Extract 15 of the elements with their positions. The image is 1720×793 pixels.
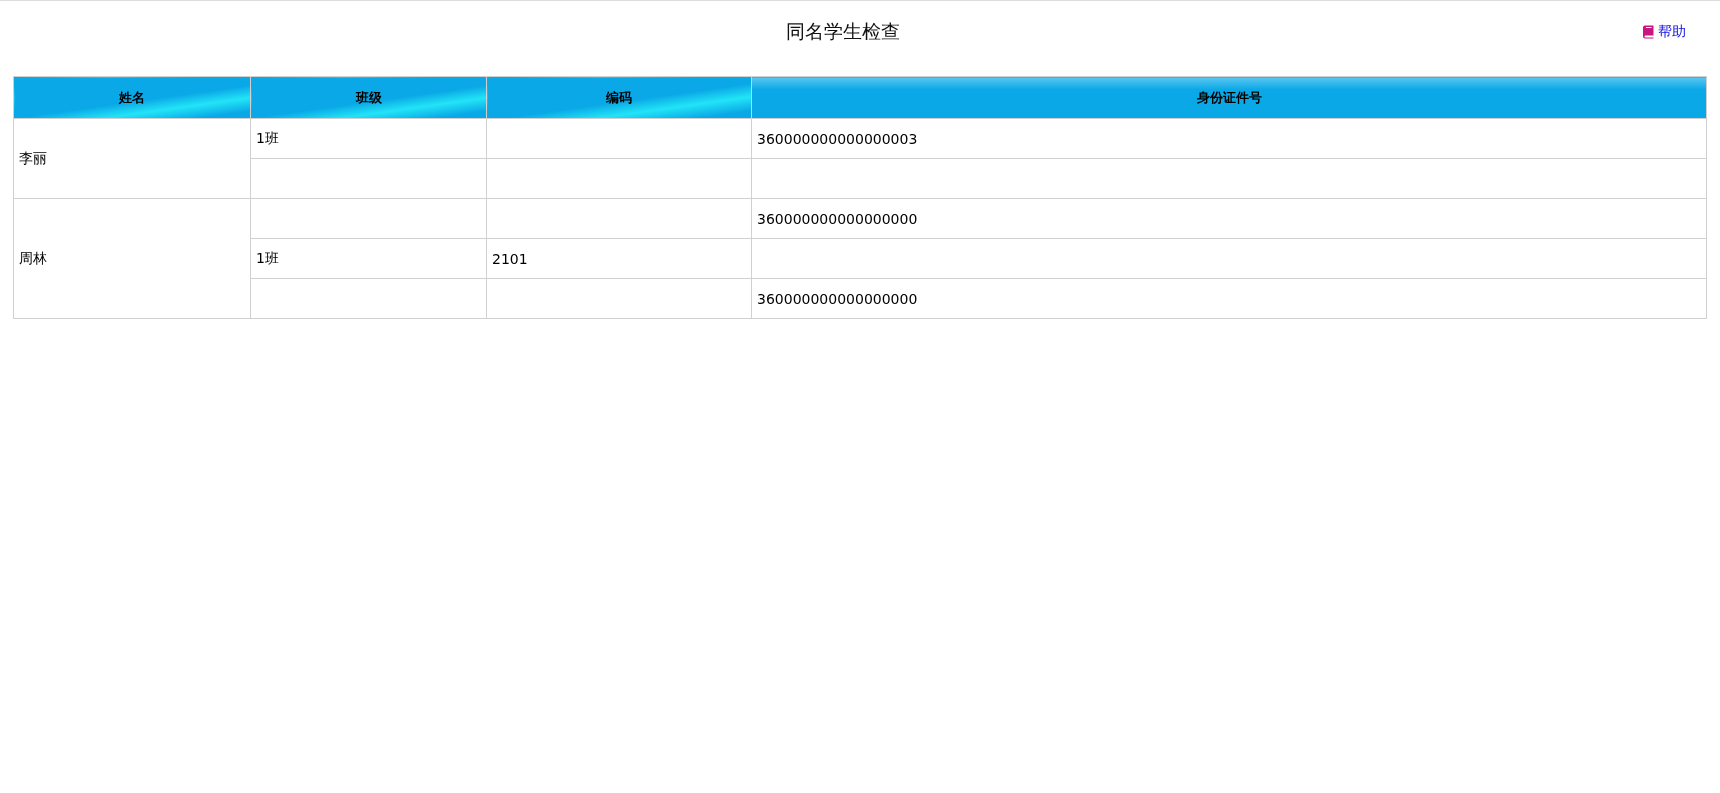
help-link[interactable]: 帮助 <box>1642 23 1686 41</box>
column-header: 编码 <box>486 76 752 119</box>
book-icon <box>1642 25 1654 39</box>
table-cell: 360000000000000003 <box>751 118 1707 159</box>
table-cell: 周林 <box>13 198 251 319</box>
table-cell: 1班 <box>250 118 487 159</box>
table-cell: 李丽 <box>13 118 251 199</box>
table-cell: 2101 <box>486 238 752 279</box>
table-cell: 360000000000000000 <box>751 278 1707 319</box>
table-cell: 1班 <box>250 238 487 279</box>
table-cell: 360000000000000000 <box>751 198 1707 239</box>
page-title: 同名学生检查 <box>784 19 901 44</box>
column-header: 姓名 <box>13 76 251 119</box>
column-header: 身份证件号 <box>751 76 1707 119</box>
column-header: 班级 <box>250 76 487 119</box>
